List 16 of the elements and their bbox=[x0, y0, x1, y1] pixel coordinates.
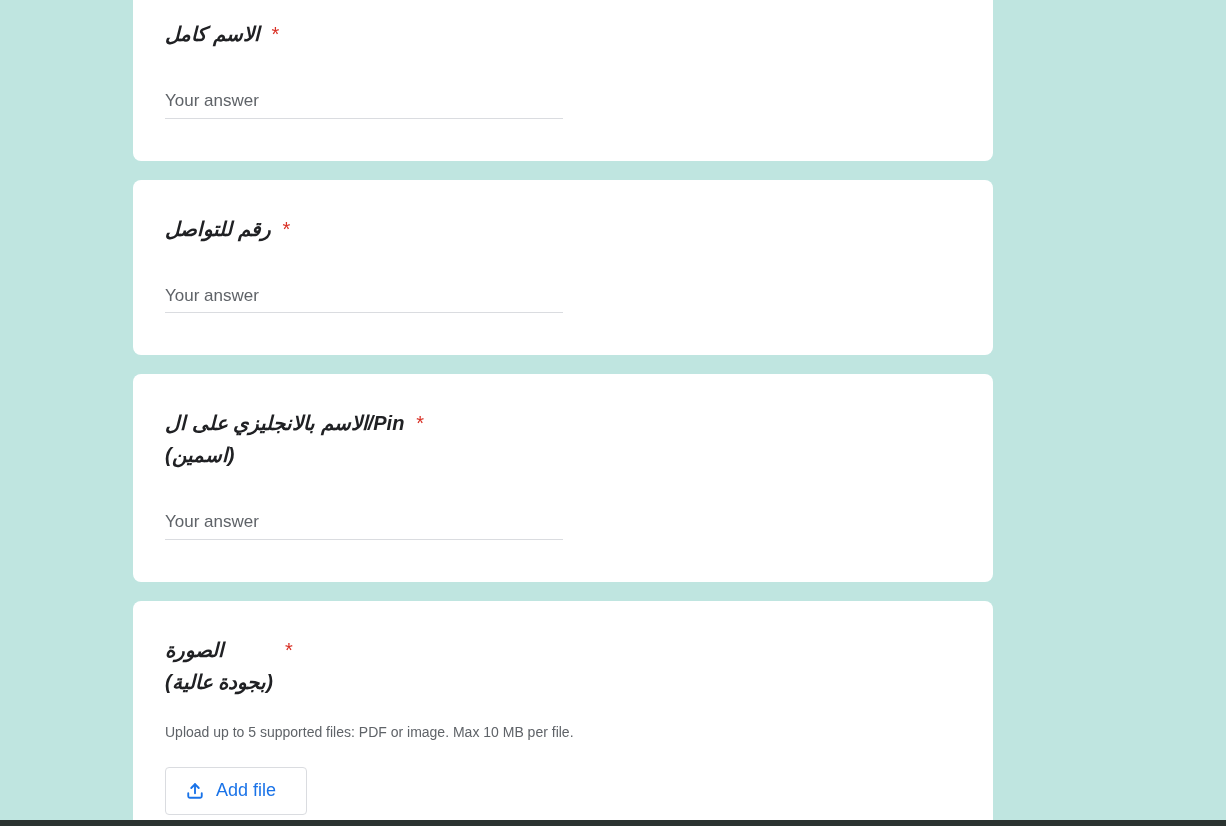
question-title: الصورة bbox=[165, 637, 227, 665]
required-asterisk: * bbox=[284, 637, 293, 663]
answer-field[interactable]: Your answer bbox=[165, 88, 563, 119]
question-title: (بجودة عالية) bbox=[165, 669, 273, 697]
upload-icon bbox=[186, 781, 204, 800]
required-asterisk: * bbox=[282, 216, 291, 242]
upload-hint: Upload up to 5 supported files: PDF or image. Max 10 MB per file. bbox=[165, 722, 575, 742]
question-title: Pin/الاسم بالانجليزي على ال bbox=[165, 411, 405, 438]
required-asterisk: * bbox=[416, 411, 425, 436]
question-title: (اسمين) bbox=[165, 443, 236, 470]
required-asterisk: * bbox=[271, 22, 280, 47]
question-title: الاسم كامل bbox=[165, 22, 260, 49]
question-title: رقم للتواصل bbox=[165, 216, 271, 244]
answer-field[interactable]: Your answer bbox=[165, 282, 563, 313]
answer-field[interactable]: Your answer bbox=[165, 509, 563, 540]
add-file-button[interactable]: Add file bbox=[165, 766, 307, 815]
